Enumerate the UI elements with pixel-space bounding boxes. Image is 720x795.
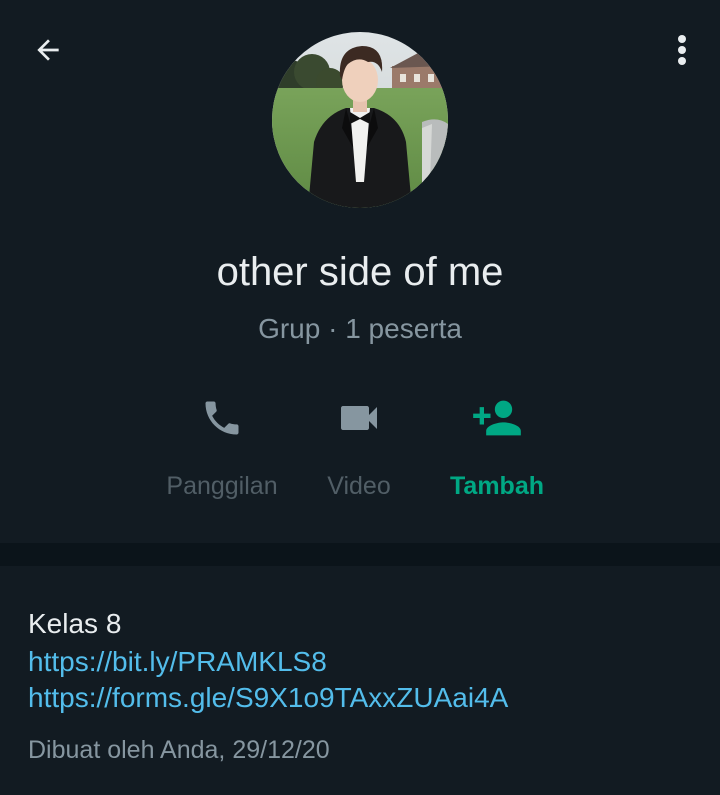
more-vertical-icon — [678, 35, 686, 65]
group-name[interactable]: other side of me — [0, 244, 720, 300]
arrow-left-icon — [37, 39, 59, 61]
description-link-forms[interactable]: https://forms.gle/S9X1o9TAxxZUAai4A — [28, 680, 508, 716]
section-divider — [0, 543, 720, 566]
description-text: Kelas 8 — [28, 608, 122, 639]
group-description[interactable]: Kelas 8 https://bit.ly/PRAMKLS8 https://… — [0, 566, 720, 795]
add-person-icon — [473, 400, 521, 436]
group-participant-count: Grup · 1 peserta — [258, 313, 462, 344]
phone-icon — [205, 401, 239, 435]
created-by-text: Dibuat oleh Anda, 29/12/20 — [28, 736, 330, 764]
videocam-icon — [341, 406, 377, 430]
add-participant-button[interactable]: Tambah — [412, 392, 582, 516]
video-action-label: Video — [327, 472, 391, 500]
group-info-header: other side of me Grup · 1 peserta Panggi… — [0, 0, 720, 543]
description-link-bitly[interactable]: https://bit.ly/PRAMKLS8 — [28, 644, 327, 680]
group-photo — [272, 32, 448, 208]
add-participant-label: Tambah — [450, 472, 544, 500]
group-avatar[interactable] — [272, 32, 448, 208]
back-button[interactable] — [26, 28, 70, 72]
more-options-button[interactable] — [660, 28, 704, 72]
call-action-label: Panggilan — [166, 472, 278, 500]
